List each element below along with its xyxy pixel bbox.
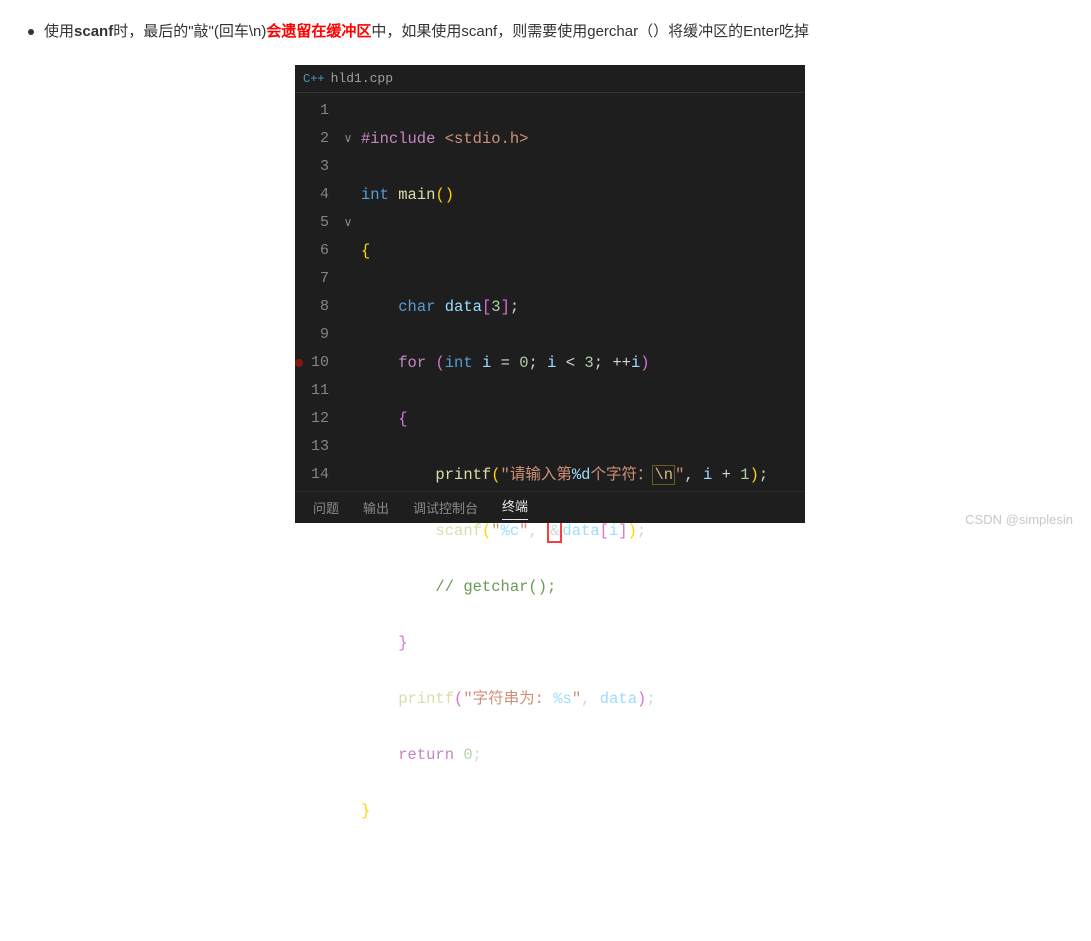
fold-icon: ∨	[339, 125, 357, 153]
tab-debug-console[interactable]: 调试控制台	[413, 498, 478, 517]
note-part-1: 使用	[44, 23, 74, 40]
note-part-3: 时，最后的"敲"(回车\n)	[113, 23, 266, 40]
tab-terminal[interactable]: 终端	[502, 496, 528, 520]
tab-problems[interactable]: 问题	[313, 498, 339, 517]
watermark: CSDN @simplesin	[965, 512, 1073, 527]
bullet-icon	[28, 29, 34, 35]
note-text: 使用scanf时，最后的"敲"(回车\n)会遗留在缓冲区中，如果使用scanf，…	[0, 0, 1091, 44]
breakpoint-indicator[interactable]	[295, 359, 303, 367]
note-highlight: 会遗留在缓冲区	[266, 23, 371, 40]
note-part-5: 中，如果使用scanf，则需要使用gerchar（）将缓冲区的Enter吃掉	[371, 23, 809, 40]
code-editor: C++ hld1.cpp 1234567891011121314 ∨∨ #inc…	[295, 65, 805, 523]
tab-output[interactable]: 输出	[363, 498, 389, 517]
panel-tabs: 问题 输出 调试控制台 终端	[295, 491, 805, 523]
editor-tab[interactable]: C++ hld1.cpp	[295, 65, 805, 93]
tab-filename: hld1.cpp	[331, 71, 393, 86]
note-scanf: scanf	[74, 23, 113, 40]
cpp-icon: C++	[303, 72, 325, 86]
fold-icon: ∨	[339, 209, 357, 237]
